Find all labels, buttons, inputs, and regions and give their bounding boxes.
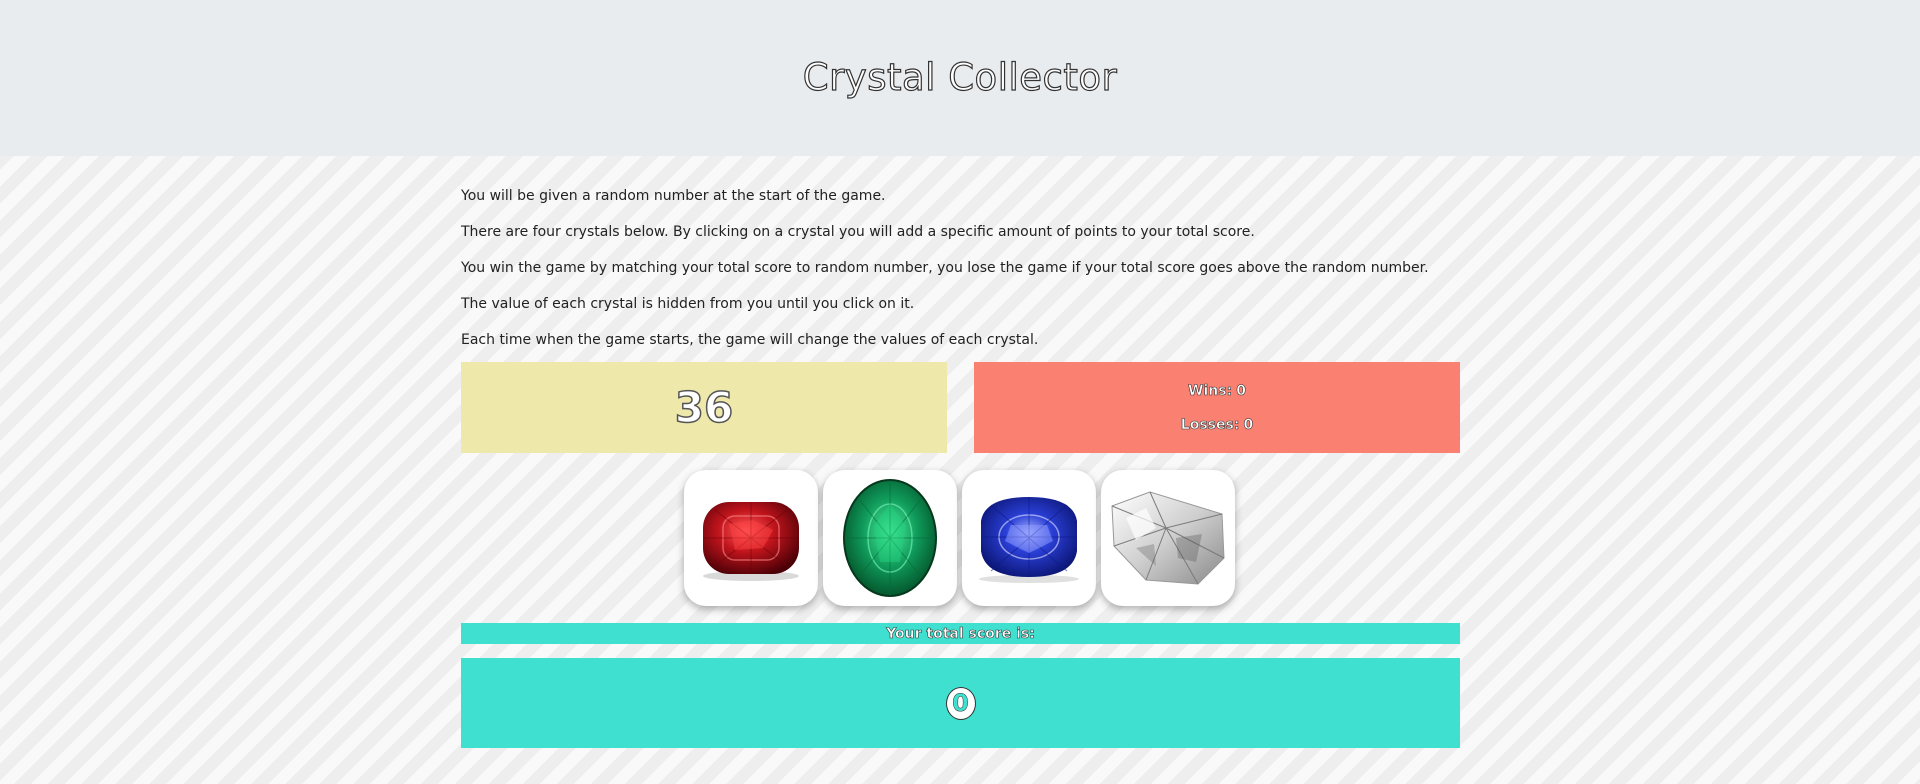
- instruction-1: You will be given a random number at the…: [461, 188, 886, 204]
- wins-label: Wins:: [1188, 382, 1233, 399]
- crystal-row: [684, 470, 1244, 606]
- score-box: 0: [461, 658, 1460, 748]
- total-score: 0: [945, 686, 976, 720]
- target-number-box: 36: [461, 362, 947, 453]
- crystal-button-sapphire[interactable]: [962, 470, 1096, 606]
- instruction-5: Each time when the game starts, the game…: [461, 332, 1039, 348]
- diamond-icon: [1111, 491, 1225, 585]
- crystal-button-emerald[interactable]: [823, 470, 957, 606]
- game-container: You will be given a random number at the…: [461, 156, 1460, 748]
- page-header: Crystal Collector: [0, 0, 1920, 156]
- score-label-bar: Your total score is:: [461, 623, 1460, 644]
- wins-stat: Wins: 0: [1188, 382, 1246, 399]
- instruction-3: You win the game by matching your total …: [461, 260, 1429, 276]
- instruction-4: The value of each crystal is hidden from…: [461, 296, 915, 312]
- ruby-icon: [703, 502, 799, 581]
- wins-value: 0: [1236, 382, 1246, 399]
- page-title: Crystal Collector: [802, 55, 1118, 99]
- info-row: 36 Wins: 0 Losses: 0: [461, 362, 1460, 453]
- instructions: You will be given a random number at the…: [461, 156, 1460, 350]
- losses-stat: Losses: 0: [1180, 416, 1254, 433]
- stats-box: Wins: 0 Losses: 0: [974, 362, 1460, 453]
- crystal-button-ruby[interactable]: [684, 470, 818, 606]
- instruction-2: There are four crystals below. By clicki…: [461, 224, 1255, 240]
- target-number: 36: [674, 382, 734, 433]
- sapphire-icon: [979, 497, 1079, 583]
- score-label: Your total score is:: [886, 625, 1035, 642]
- emerald-icon: [843, 479, 937, 597]
- crystal-button-diamond[interactable]: [1101, 470, 1235, 606]
- losses-label: Losses:: [1180, 416, 1240, 433]
- losses-value: 0: [1243, 416, 1254, 433]
